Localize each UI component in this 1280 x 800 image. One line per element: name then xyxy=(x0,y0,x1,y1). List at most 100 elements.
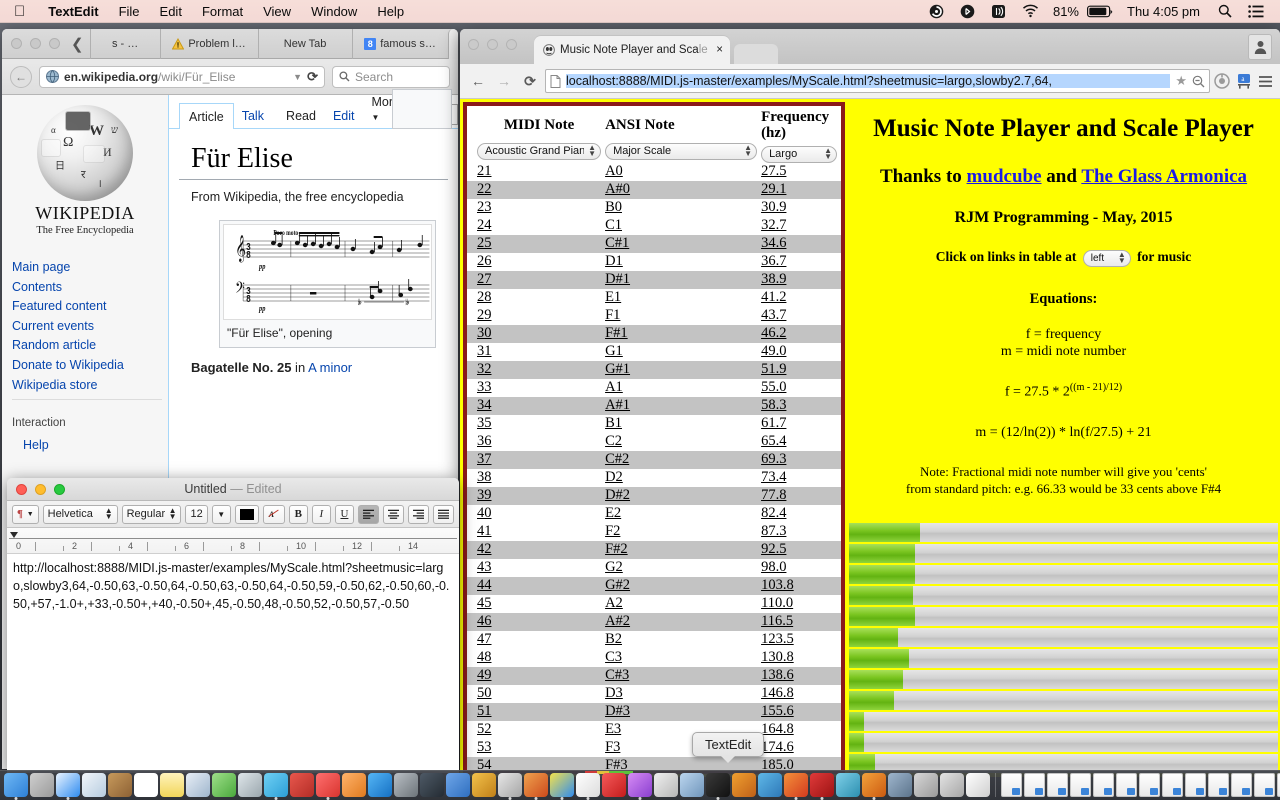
chevron-down-icon[interactable]: ▼ xyxy=(293,72,302,82)
textedit-titlebar[interactable]: Untitled — Edited xyxy=(7,478,459,501)
zoom-out-icon[interactable] xyxy=(1192,75,1205,88)
dock-icon-photos[interactable] xyxy=(238,773,262,797)
midi-note-link[interactable]: 36 xyxy=(477,433,492,449)
midi-note-link[interactable]: 24 xyxy=(477,217,492,233)
cell-ansi-note[interactable]: G2 xyxy=(601,559,757,577)
search-icon[interactable] xyxy=(1210,4,1240,18)
cell-ansi-note[interactable]: D1 xyxy=(601,253,757,271)
dock-icon-contacts[interactable] xyxy=(108,773,132,797)
cell-frequency[interactable]: 27.5 xyxy=(757,163,841,181)
cell-midi-note[interactable]: 32 xyxy=(467,361,601,379)
cell-frequency[interactable]: 146.8 xyxy=(757,685,841,703)
midi-note-link[interactable]: 21 xyxy=(477,163,492,179)
midi-note-link[interactable]: 28 xyxy=(477,289,492,305)
cell-midi-note[interactable]: 27 xyxy=(467,271,601,289)
ansi-note-link[interactable]: G#2 xyxy=(605,577,630,593)
table-row[interactable]: 40E282.4 xyxy=(467,505,841,523)
align-left-icon[interactable] xyxy=(358,505,379,524)
frequency-link[interactable]: 77.8 xyxy=(761,487,786,503)
textedit-document-body[interactable]: http://localhost:8888/MIDI.js-master/exa… xyxy=(7,554,459,772)
ansi-note-link[interactable]: G1 xyxy=(605,343,623,359)
font-style-select[interactable]: Regular▲▼ xyxy=(122,505,182,524)
cell-midi-note[interactable]: 28 xyxy=(467,289,601,307)
cell-frequency[interactable]: 51.9 xyxy=(757,361,841,379)
table-row[interactable]: 29F143.7 xyxy=(467,307,841,325)
midi-note-link[interactable]: 50 xyxy=(477,685,492,701)
link-a-minor[interactable]: A minor xyxy=(308,360,352,375)
menu-file[interactable]: File xyxy=(109,4,150,19)
frequency-link[interactable]: 43.7 xyxy=(761,307,786,323)
frequency-link[interactable]: 164.8 xyxy=(761,721,794,737)
midi-note-link[interactable]: 22 xyxy=(477,181,492,197)
font-family-select[interactable]: Helvetica▲▼ xyxy=(43,505,118,524)
align-center-icon[interactable] xyxy=(383,505,404,524)
cell-midi-note[interactable]: 43 xyxy=(467,559,601,577)
cell-ansi-note[interactable]: G1 xyxy=(601,343,757,361)
cell-ansi-note[interactable]: A#0 xyxy=(601,181,757,199)
dock-file-item[interactable] xyxy=(1116,773,1137,797)
ansi-note-link[interactable]: E1 xyxy=(605,289,621,305)
cell-ansi-note[interactable]: B0 xyxy=(601,199,757,217)
dock-file-item[interactable] xyxy=(1254,773,1275,797)
safari-tab-3[interactable]: New Tab xyxy=(258,29,352,59)
instrument-select[interactable]: Acoustic Grand Piano xyxy=(477,143,601,160)
dock-icon-brackets[interactable] xyxy=(758,773,782,797)
sidebar-item-donate[interactable]: Donate to Wikipedia xyxy=(12,356,168,376)
reload-icon[interactable]: ⟳ xyxy=(307,69,318,85)
frequency-link[interactable]: 92.5 xyxy=(761,541,786,557)
close-icon[interactable]: × xyxy=(716,44,723,56)
frequency-link[interactable]: 146.8 xyxy=(761,685,794,701)
chrome-tab-strip[interactable]: Music Note Player and Scale × xyxy=(460,29,1280,64)
text-color-swatch[interactable] xyxy=(235,505,259,524)
midi-note-link[interactable]: 23 xyxy=(477,199,492,215)
cell-midi-note[interactable]: 29 xyxy=(467,307,601,325)
cell-midi-note[interactable]: 35 xyxy=(467,415,601,433)
sidebar-item-current-events[interactable]: Current events xyxy=(12,317,168,337)
timemachine-icon[interactable] xyxy=(921,4,952,19)
cell-ansi-note[interactable]: D#2 xyxy=(601,487,757,505)
table-row[interactable]: 48C3130.8 xyxy=(467,649,841,667)
menu-help[interactable]: Help xyxy=(367,4,414,19)
cell-midi-note[interactable]: 39 xyxy=(467,487,601,505)
back-arrow-icon[interactable]: ← xyxy=(10,66,32,88)
tempo-select[interactable]: Largo xyxy=(761,146,837,163)
frequency-link[interactable]: 46.2 xyxy=(761,325,786,341)
midi-note-link[interactable]: 38 xyxy=(477,469,492,485)
midi-note-link[interactable]: 48 xyxy=(477,649,492,665)
textedit-ruler[interactable]: 0 2 4 6 8 10 12 14 xyxy=(7,528,459,554)
midi-note-link[interactable]: 27 xyxy=(477,271,492,287)
cell-midi-note[interactable]: 40 xyxy=(467,505,601,523)
cell-frequency[interactable]: 49.0 xyxy=(757,343,841,361)
safari-url-field[interactable]: en.wikipedia.org/wiki/Für_Elise ▼ ⟳ xyxy=(39,66,325,88)
table-row[interactable]: 27D#138.9 xyxy=(467,271,841,289)
cell-ansi-note[interactable]: A#1 xyxy=(601,397,757,415)
dock-icon-finder[interactable] xyxy=(4,773,28,797)
frequency-link[interactable]: 123.5 xyxy=(761,631,794,647)
cell-ansi-note[interactable]: A2 xyxy=(601,595,757,613)
chrome-window-controls[interactable] xyxy=(468,39,517,50)
dock-icon-preview[interactable] xyxy=(82,773,106,797)
underline-button[interactable]: U xyxy=(335,505,354,524)
frequency-link[interactable]: 98.0 xyxy=(761,559,786,575)
dock-icon-quicksilver[interactable] xyxy=(498,773,522,797)
dock-file-item[interactable] xyxy=(1001,773,1022,797)
safari-tab-2[interactable]: Problem l… xyxy=(160,29,258,59)
ansi-note-link[interactable]: D#3 xyxy=(605,703,630,719)
ansi-note-link[interactable]: C3 xyxy=(605,649,622,665)
dock-file-item[interactable] xyxy=(1139,773,1160,797)
cell-ansi-note[interactable]: F#1 xyxy=(601,325,757,343)
dock-icon-xcode[interactable] xyxy=(420,773,444,797)
scale-select-cell[interactable]: Major Scale▲▼ xyxy=(601,142,757,163)
cell-midi-note[interactable]: 22 xyxy=(467,181,601,199)
ansi-note-link[interactable]: F#2 xyxy=(605,541,628,557)
menu-edit[interactable]: Edit xyxy=(150,4,192,19)
table-row[interactable]: 32G#151.9 xyxy=(467,361,841,379)
dock-file-item[interactable] xyxy=(1093,773,1114,797)
link-mudcube[interactable]: mudcube xyxy=(967,166,1042,187)
action-read[interactable]: Read xyxy=(277,103,325,128)
airplay-icon[interactable] xyxy=(983,4,1014,19)
cell-ansi-note[interactable]: D3 xyxy=(601,685,757,703)
cell-frequency[interactable]: 61.7 xyxy=(757,415,841,433)
midi-note-link[interactable]: 30 xyxy=(477,325,492,341)
cell-frequency[interactable]: 58.3 xyxy=(757,397,841,415)
